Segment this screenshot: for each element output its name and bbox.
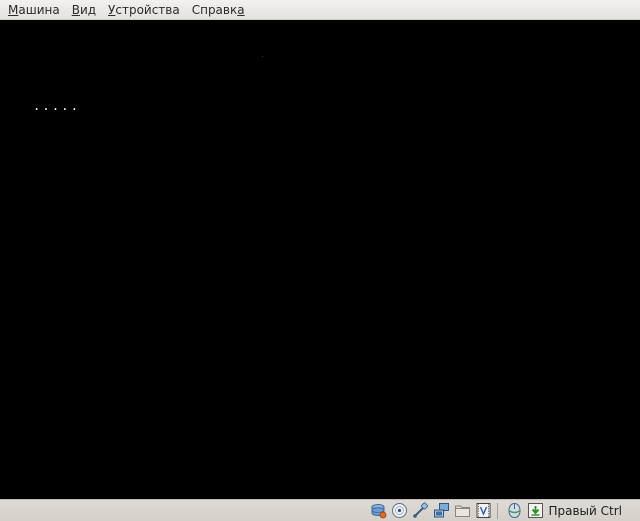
menu-help[interactable]: Справка <box>186 0 251 20</box>
boot-progress-text: ..... <box>33 99 81 113</box>
video-capture-icon[interactable] <box>474 502 492 520</box>
menu-machine[interactable]: Машина <box>2 0 66 20</box>
mouse-integration-icon[interactable] <box>505 502 523 520</box>
optical-drive-icon[interactable] <box>390 502 408 520</box>
menu-devices[interactable]: Устройства <box>102 0 186 20</box>
shared-folders-icon[interactable] <box>453 502 471 520</box>
keyboard-capture-icon[interactable] <box>526 502 544 520</box>
network-icon[interactable] <box>432 502 450 520</box>
virtualbox-vm-window: Машина Вид Устройства Справка ..... Прав… <box>0 0 640 521</box>
usb-icon[interactable] <box>411 502 429 520</box>
menu-view[interactable]: Вид <box>66 0 102 20</box>
statusbar: Правый Ctrl <box>0 499 640 521</box>
statusbar-separator <box>497 502 499 519</box>
menubar: Машина Вид Устройства Справка <box>0 0 640 20</box>
guest-display[interactable]: ..... <box>0 20 640 499</box>
display-artifact <box>262 56 263 57</box>
hard-disk-icon[interactable] <box>369 502 387 520</box>
host-key-label: Правый Ctrl <box>548 503 622 518</box>
